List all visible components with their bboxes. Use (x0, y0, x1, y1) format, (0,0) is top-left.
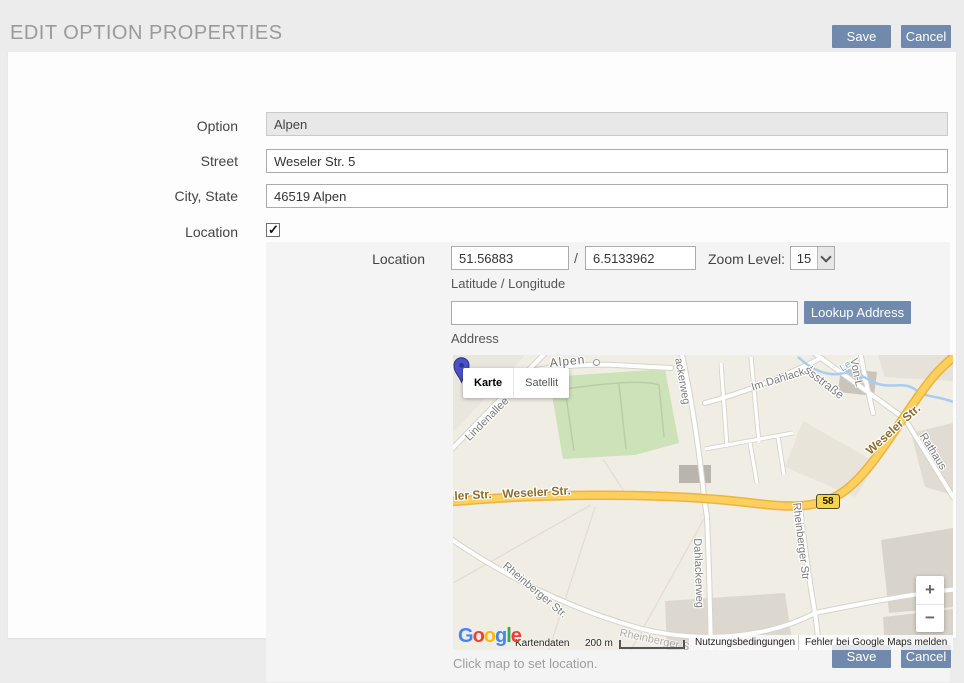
lookup-address-button[interactable]: Lookup Address (804, 301, 911, 324)
scale-label: 200 m (585, 638, 613, 649)
route-58-badge: 58 (816, 494, 840, 509)
address-field[interactable] (451, 301, 798, 325)
street-field[interactable] (266, 149, 948, 173)
zoom-level-label: Zoom Level: (708, 251, 785, 267)
longitude-field[interactable] (585, 246, 696, 270)
map-type-control: Karte Satellit (463, 368, 569, 398)
cancel-button-top[interactable]: Cancel (901, 25, 951, 48)
inner-location-label: Location (288, 251, 425, 267)
address-helper: Address (451, 331, 499, 346)
page-title: EDIT OPTION PROPERTIES (10, 22, 283, 45)
scale-bar (619, 640, 685, 649)
city-state-field[interactable] (266, 184, 948, 208)
latlng-separator: / (574, 250, 578, 266)
edit-option-properties-page: EDIT OPTION PROPERTIES Save Cancel Optio… (0, 0, 964, 683)
option-label: Option (16, 118, 238, 134)
option-field (266, 112, 948, 136)
town-marker-icon (593, 359, 600, 366)
zoom-in-button[interactable]: + (916, 576, 944, 605)
save-button-top[interactable]: Save (832, 25, 891, 48)
location-toggle-label: Location (16, 224, 238, 240)
form-panel: Option Street City, State Location Locat… (8, 52, 956, 638)
latlng-helper: Latitude / Longitude (451, 276, 565, 291)
street-label: Street (16, 153, 238, 169)
click-map-hint: Click map to set location. (453, 656, 598, 671)
report-error-link[interactable]: Fehler bei Google Maps melden (798, 635, 953, 650)
location-checkbox[interactable] (266, 223, 280, 237)
zoom-out-button[interactable]: − (916, 605, 944, 633)
city-state-label: City, State (16, 188, 238, 204)
zoom-level-select[interactable]: 15 (790, 246, 835, 270)
zoom-level-value: 15 (791, 247, 817, 269)
map-label-ler-str: ler Str. (454, 487, 492, 503)
google-logo[interactable]: Google (458, 625, 521, 648)
latitude-field[interactable] (451, 246, 569, 270)
map-type-karte-button[interactable]: Karte (463, 368, 514, 398)
map-canvas[interactable]: Alpen Lindenallee ackerweg Im Dahlacker … (453, 355, 953, 650)
map-type-satellit-button[interactable]: Satellit (514, 368, 569, 398)
terms-link[interactable]: Nutzungsbedingungen (689, 635, 798, 650)
chevron-down-icon (817, 247, 834, 269)
map-zoom-control: + − (916, 576, 944, 632)
map-data-label: Kartendaten (515, 638, 570, 649)
map-label-dahlackerweg: Dahlackerweg (691, 538, 705, 608)
